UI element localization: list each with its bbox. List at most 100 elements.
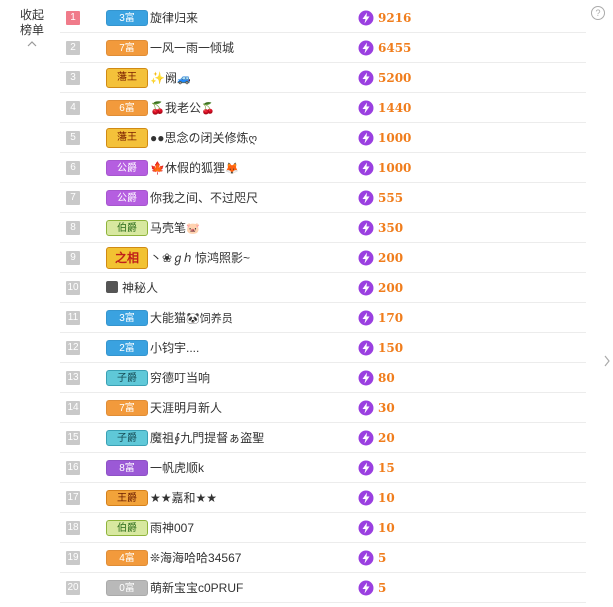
score-value: 30 <box>378 401 395 415</box>
ranking-row[interactable]: 17 王爵 ★★嘉和★★ 10 <box>60 483 586 513</box>
rank-badge: 伯爵 <box>106 520 148 536</box>
rank-number: 6 <box>66 161 80 175</box>
user-name[interactable]: 你我之间、不过咫尺 <box>150 183 258 213</box>
score-value: 5 <box>378 581 387 595</box>
ranking-row[interactable]: 8 伯爵 马壳笔🐷 350 <box>60 213 586 243</box>
ranking-row[interactable]: 15 子爵 魔祖∮九門提督ぁ盗聖 20 <box>60 423 586 453</box>
user-name-text: 丶❀ℊℎ 惊鸿照影~ <box>150 251 251 265</box>
user-name[interactable]: 旋律归来 <box>150 3 198 33</box>
user-name-text: 小钧宇.... <box>150 341 200 355</box>
ranking-row[interactable]: 10 神秘人 200 <box>60 273 586 303</box>
ranking-row[interactable]: 2 7富 一风一雨一倾城 6455 <box>60 33 586 63</box>
ranking-row[interactable]: 14 7富 天涯明月新人 30 <box>60 393 586 423</box>
rank-number: 5 <box>66 131 80 145</box>
score-value: 1000 <box>378 131 412 145</box>
help-icon[interactable]: ? <box>591 6 605 20</box>
rank-number: 11 <box>66 311 80 325</box>
user-name[interactable]: 萌新宝宝c0PRUF <box>150 573 243 603</box>
user-name-text: 马壳笔 <box>150 221 187 235</box>
name-emoji: ღ <box>248 133 258 145</box>
collapse-label-2: 榜单 <box>19 23 44 37</box>
user-name[interactable]: 一帆虎顺k <box>150 453 204 483</box>
rank-number: 7 <box>66 191 80 205</box>
ranking-row[interactable]: 12 2富 小钧宇.... 150 <box>60 333 586 363</box>
user-name[interactable]: 🍒我老公🍒 <box>150 93 215 123</box>
user-name[interactable]: 魔祖∮九門提督ぁ盗聖 <box>150 423 264 453</box>
rank-badge: 之相 <box>106 247 148 269</box>
ranking-row[interactable]: 20 0富 萌新宝宝c0PRUF 5 <box>60 573 586 603</box>
ranking-row[interactable]: 13 子爵 穷德叮当响 80 <box>60 363 586 393</box>
rank-badge: 8富 <box>106 460 148 476</box>
rank-number: 19 <box>66 551 80 565</box>
score-value: 1440 <box>378 101 412 115</box>
user-name[interactable]: 天涯明月新人 <box>150 393 222 423</box>
ranking-row[interactable]: 5 藩王 ●●思念の闭关修炼ღ 1000 <box>60 123 586 153</box>
rank-number: 17 <box>66 491 80 505</box>
rank-badge: 2富 <box>106 340 148 356</box>
rank-number: 18 <box>66 521 80 535</box>
rank-badge: 0富 <box>106 580 148 596</box>
purple-lightning-icon <box>358 70 374 86</box>
user-name-text: 魔祖∮九門提督ぁ盗聖 <box>150 431 265 445</box>
chevron-right-icon[interactable] <box>603 354 611 368</box>
ranking-row[interactable]: 7 公爵 你我之间、不过咫尺 555 <box>60 183 586 213</box>
user-name[interactable]: 神秘人 <box>122 273 158 303</box>
rank-badge: 伯爵 <box>106 220 148 236</box>
rank-number: 4 <box>66 101 80 115</box>
purple-lightning-icon <box>358 430 374 446</box>
user-name[interactable]: 大能猫🐼饲养员 <box>150 303 233 333</box>
score-value: 150 <box>378 341 404 355</box>
ranking-row[interactable]: 6 公爵 🍁休假的狐狸🦊 1000 <box>60 153 586 183</box>
rank-badge: 子爵 <box>106 370 148 386</box>
rank-badge: 4富 <box>106 550 148 566</box>
rank-number: 9 <box>66 251 80 265</box>
rank-badge: 7富 <box>106 40 148 56</box>
ranking-row[interactable]: 3 藩王 ✨阙🚙 5200 <box>60 63 586 93</box>
user-name-text: 一帆虎顺k <box>150 461 205 475</box>
user-name-text: ✨阙 <box>150 71 177 85</box>
purple-lightning-icon <box>358 160 374 176</box>
user-name-text: 神秘人 <box>122 281 159 295</box>
user-name[interactable]: 一风一雨一倾城 <box>150 33 234 63</box>
rank-badge: 公爵 <box>106 190 148 206</box>
user-name[interactable]: ✨阙🚙 <box>150 63 191 93</box>
rank-badge: 3富 <box>106 10 148 26</box>
user-name[interactable]: ★★嘉和★★ <box>150 483 217 513</box>
name-emoji: 🍒 <box>200 103 215 115</box>
user-name[interactable]: 丶❀ℊℎ 惊鸿照影~ <box>150 243 250 273</box>
ranking-row[interactable]: 19 4富 ❊海海哈哈34567 5 <box>60 543 586 573</box>
ranking-row[interactable]: 1 3富 旋律归来 9216 <box>60 3 586 33</box>
score-value: 5 <box>378 551 387 565</box>
ranking-row[interactable]: 18 伯爵 雨神007 10 <box>60 513 586 543</box>
mystery-user-icon <box>106 281 118 293</box>
score-value: 6455 <box>378 41 412 55</box>
ranking-row[interactable]: 9 之相 丶❀ℊℎ 惊鸿照影~ 200 <box>60 243 586 273</box>
purple-lightning-icon <box>358 220 374 236</box>
purple-lightning-icon <box>358 280 374 296</box>
user-name[interactable]: 🍁休假的狐狸🦊 <box>150 153 239 183</box>
ranking-list: 1 3富 旋律归来 9216 2 7富 一风一雨一倾城 6455 3 藩王 ✨阙🚙 5200 4 6富 🍒我… <box>60 3 586 603</box>
user-name[interactable]: ●●思念の闭关修炼ღ <box>150 123 257 153</box>
user-name-text: 穷德叮当响 <box>150 371 211 385</box>
score-value: 9216 <box>378 11 412 25</box>
ranking-row[interactable]: 11 3富 大能猫🐼饲养员 170 <box>60 303 586 333</box>
user-name-text: 🍁休假的狐狸 <box>150 161 225 175</box>
user-name-text: 旋律归来 <box>150 11 199 25</box>
ranking-row[interactable]: 16 8富 一帆虎顺k 15 <box>60 453 586 483</box>
rank-badge: 3富 <box>106 310 148 326</box>
ranking-row[interactable]: 4 6富 🍒我老公🍒 1440 <box>60 93 586 123</box>
user-name[interactable]: ❊海海哈哈34567 <box>150 543 241 573</box>
rank-number: 1 <box>66 11 80 25</box>
user-name[interactable]: 穷德叮当响 <box>150 363 210 393</box>
user-name[interactable]: 小钧宇.... <box>150 333 199 363</box>
rank-number: 20 <box>66 581 80 595</box>
rank-number: 15 <box>66 431 80 445</box>
purple-lightning-icon <box>358 10 374 26</box>
collapse-ranking-button[interactable]: 收起 榜单 <box>14 8 50 48</box>
user-name-text: 雨神007 <box>150 521 195 535</box>
rank-number: 3 <box>66 71 80 85</box>
rank-badge: 公爵 <box>106 160 148 176</box>
user-name[interactable]: 雨神007 <box>150 513 194 543</box>
score-value: 10 <box>378 491 395 505</box>
user-name[interactable]: 马壳笔🐷 <box>150 213 200 243</box>
